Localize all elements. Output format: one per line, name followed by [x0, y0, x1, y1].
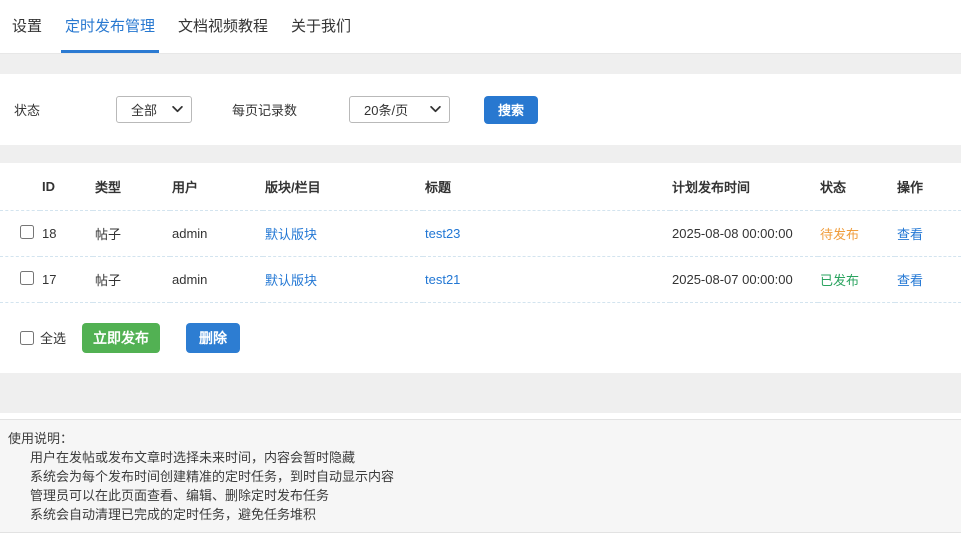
usage-line: 用户在发帖或发布文章时选择未来时间，内容会暂时隐藏 [30, 449, 356, 465]
select-all-label: 全选 [40, 331, 67, 346]
usage-title: 使用说明： [8, 430, 74, 446]
chevron-down-icon [172, 106, 183, 113]
status-filter-label: 状态 [14, 103, 41, 118]
row-checkbox[interactable] [20, 224, 34, 239]
divider-band-top [0, 54, 961, 74]
header-user: 用户 [170, 163, 263, 211]
cell-user: admin [170, 256, 263, 303]
cell-scheduled-time: 2025-08-07 00:00:00 [670, 256, 818, 303]
select-all-checkbox[interactable] [20, 330, 34, 345]
per-page-label: 每页记录数 [232, 103, 298, 118]
view-link[interactable]: 查看 [897, 273, 923, 288]
publish-now-button[interactable]: 立即发布 [82, 322, 161, 353]
header-checkbox-spacer [0, 163, 40, 211]
chevron-down-icon [430, 106, 441, 113]
header-time: 计划发布时间 [670, 163, 818, 211]
filter-bar: 状态 全部 每页记录数 20条/页 搜索 [0, 74, 961, 145]
table-header-row: ID 类型 用户 版块/栏目 标题 计划发布时间 状态 操作 [0, 163, 961, 211]
status-select[interactable]: 全部 [116, 96, 193, 123]
header-id: ID [40, 163, 93, 211]
cell-id: 18 [40, 210, 93, 257]
header-board: 版块/栏目 [263, 163, 423, 211]
usage-line: 管理员可以在此页面查看、编辑、删除定时发布任务 [30, 487, 330, 503]
scheduled-tasks-table: ID 类型 用户 版块/栏目 标题 计划发布时间 状态 操作 18 帖子 adm… [0, 163, 961, 303]
table-row: 18 帖子 admin 默认版块 test23 2025-08-08 00:00… [0, 210, 961, 257]
tab-scheduled-publish[interactable]: 定时发布管理 [61, 0, 160, 53]
cell-id: 17 [40, 256, 93, 303]
cell-scheduled-time: 2025-08-08 00:00:00 [670, 210, 818, 257]
tab-bar: 设置 定时发布管理 文档视频教程 关于我们 [0, 0, 961, 54]
usage-line: 系统会自动清理已完成的定时任务，避免任务堆积 [30, 506, 317, 522]
header-type: 类型 [93, 163, 170, 211]
board-link[interactable]: 默认版块 [265, 227, 317, 242]
divider-band-table-top [0, 145, 961, 163]
cell-user: admin [170, 210, 263, 257]
search-button[interactable]: 搜索 [484, 95, 539, 124]
title-link[interactable]: test21 [425, 272, 460, 287]
per-page-select[interactable]: 20条/页 [349, 96, 451, 123]
status-select-value: 全部 [131, 103, 158, 118]
tab-doc-video-tutorial[interactable]: 文档视频教程 [174, 0, 272, 53]
view-link[interactable]: 查看 [897, 227, 923, 242]
usage-instructions: 使用说明： 用户在发帖或发布文章时选择未来时间，内容会暂时隐藏 系统会为每个发布… [0, 418, 961, 533]
row-checkbox[interactable] [20, 270, 34, 285]
board-link[interactable]: 默认版块 [265, 273, 317, 288]
delete-button[interactable]: 删除 [186, 322, 241, 353]
cell-type: 帖子 [93, 210, 170, 257]
header-status: 状态 [818, 163, 895, 211]
tab-about-us[interactable]: 关于我们 [287, 0, 355, 53]
status-badge: 已发布 [818, 256, 895, 303]
tab-settings[interactable]: 设置 [8, 0, 46, 53]
status-badge: 待发布 [818, 210, 895, 257]
per-page-select-value: 20条/页 [364, 103, 409, 118]
usage-line: 系统会为每个发布时间创建精准的定时任务，到时自动显示内容 [30, 468, 395, 484]
divider-band-bottom [0, 372, 961, 413]
cell-type: 帖子 [93, 256, 170, 303]
header-action: 操作 [895, 163, 961, 211]
bulk-actions-bar: 全选 立即发布 删除 [0, 322, 961, 353]
header-title: 标题 [423, 163, 670, 211]
table-row: 17 帖子 admin 默认版块 test21 2025-08-07 00:00… [0, 256, 961, 303]
title-link[interactable]: test23 [425, 226, 460, 241]
scheduled-publish-admin-page: 设置 定时发布管理 文档视频教程 关于我们 状态 全部 每页记录数 20条/页 … [0, 0, 961, 533]
